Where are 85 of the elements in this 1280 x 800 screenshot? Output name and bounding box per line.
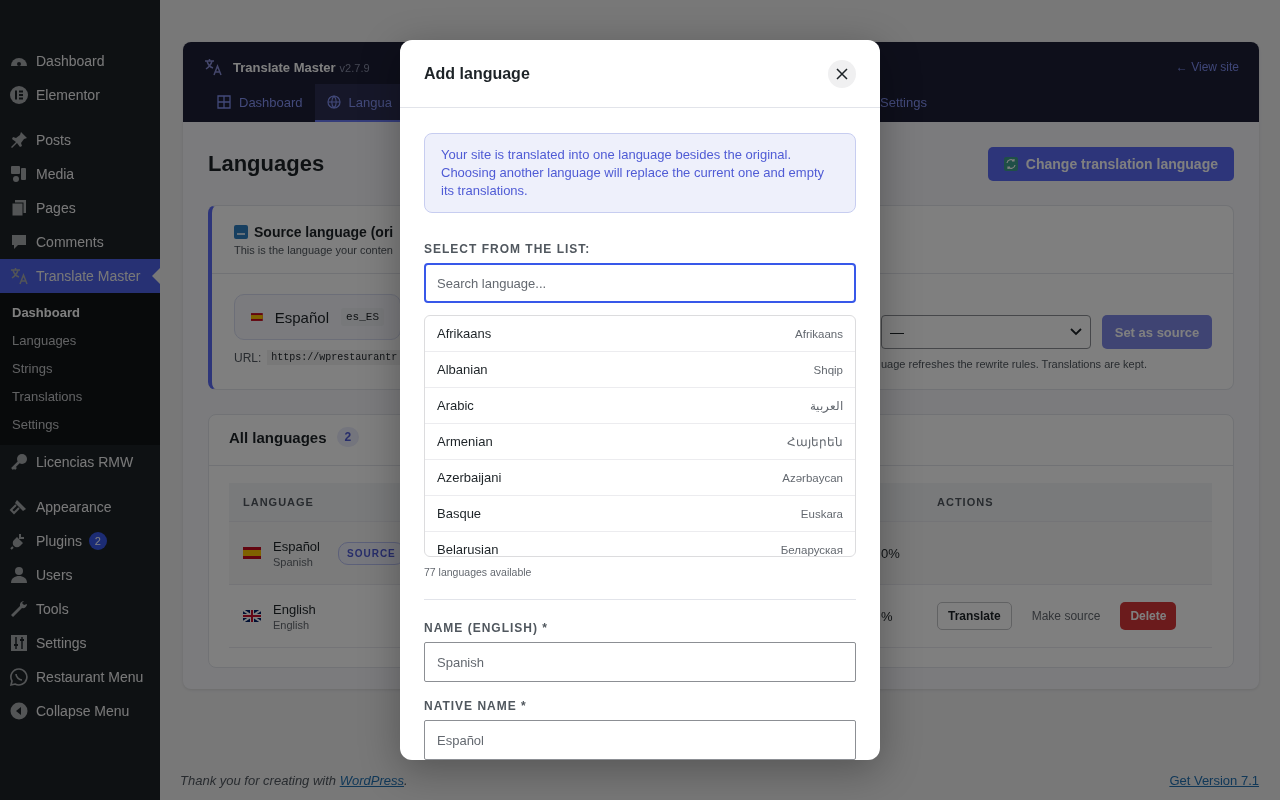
sidebar-item[interactable]: Tools <box>0 592 160 626</box>
language-option[interactable]: Azerbaijani Azərbaycan <box>425 460 855 496</box>
submenu-item[interactable]: Settings <box>0 411 160 439</box>
language-option[interactable]: Afrikaans Afrikaans <box>425 316 855 352</box>
column-header: LANGUAGE <box>242 496 315 508</box>
pin-icon <box>9 130 29 150</box>
close-icon <box>836 67 848 80</box>
comment-icon <box>9 232 29 252</box>
sidebar-item[interactable]: Translate Master <box>0 259 160 293</box>
language-name: English <box>273 601 316 617</box>
sidebar-item[interactable]: Comments <box>0 225 160 259</box>
chat-icon <box>9 667 29 687</box>
sidebar-item[interactable]: Media <box>0 157 160 191</box>
footer-text: Thank you for creating with WordPress. <box>180 772 408 788</box>
url-label: URL: <box>234 350 262 365</box>
sidebar-item[interactable]: Settings <box>0 626 160 660</box>
card-title: Source language (ori <box>254 224 394 240</box>
language-name: Español <box>273 538 320 554</box>
dialog-title: Add language <box>424 64 530 83</box>
language-select[interactable]: — <box>881 315 1091 349</box>
sidebar-item[interactable]: Elementor <box>0 78 160 112</box>
close-button[interactable] <box>828 59 856 88</box>
pages-icon <box>9 198 29 218</box>
field-label: NAME (ENGLISH) * <box>424 620 549 636</box>
card-description: This is the language your conten <box>234 244 393 256</box>
translate-icon <box>203 57 223 77</box>
field-label: NATIVE NAME * <box>424 698 528 714</box>
count-badge: 2 <box>336 427 360 447</box>
field-label: SELECT FROM THE LIST: <box>424 241 592 257</box>
submenu-item[interactable]: Translations <box>0 383 160 411</box>
nav-tab[interactable]: Dashboard <box>205 84 315 122</box>
search-field[interactable]: Search language... <box>424 263 856 303</box>
sidebar-item[interactable]: Dashboard <box>0 44 160 78</box>
version-link[interactable]: Get Version 7.1 <box>1169 772 1259 788</box>
globe-icon <box>326 95 341 109</box>
available-count: 77 languages available <box>424 565 533 579</box>
input-field[interactable]: Spanish <box>424 642 856 682</box>
submenu-item[interactable]: Languages <box>0 327 160 355</box>
brush-icon <box>9 497 29 517</box>
language-native: Spanish <box>273 555 314 568</box>
language-native: English <box>273 618 311 631</box>
language-option[interactable]: Basque Euskara <box>425 496 855 532</box>
wrench-icon <box>9 599 29 619</box>
language-option[interactable]: Belarusian Беларуская <box>425 532 855 556</box>
collapse-icon <box>9 701 29 721</box>
count-badge: 2 <box>88 532 107 550</box>
sliders-icon <box>9 633 29 653</box>
language-chip: Español es_ES <box>234 294 401 340</box>
flag-icon <box>251 311 263 323</box>
sidebar-item[interactable]: Posts <box>0 123 160 157</box>
grid-icon <box>217 95 231 109</box>
column-header: ACTIONS <box>937 496 995 508</box>
url-text: https://wprestaurantr <box>267 350 402 365</box>
refresh-icon <box>1003 157 1018 171</box>
translate-icon <box>9 266 29 286</box>
submenu-item[interactable]: Dashboard <box>0 299 160 327</box>
key-icon <box>9 452 29 472</box>
flag-icon <box>243 547 261 559</box>
media-icon <box>9 164 29 184</box>
page-title: Languages <box>208 151 325 177</box>
sidebar-item[interactable]: Licencias RMW <box>0 445 160 479</box>
sidebar-item[interactable]: Users <box>0 558 160 592</box>
action-button[interactable]: Make source <box>1021 602 1111 630</box>
language-option[interactable]: Armenian Հայերեն <box>425 424 855 460</box>
card-title: All languages <box>229 428 327 446</box>
action-button[interactable]: Translate <box>937 602 1012 630</box>
delete-button[interactable]: Delete <box>1120 602 1177 630</box>
user-icon <box>9 565 29 585</box>
language-option[interactable]: Albanian Shqip <box>425 352 855 388</box>
input-field[interactable]: Español <box>424 720 856 760</box>
flag-icon <box>243 610 261 622</box>
wordpress-link[interactable]: WordPress <box>339 772 404 788</box>
table-cell-text: % <box>881 608 894 624</box>
submenu-item[interactable]: Strings <box>0 355 160 383</box>
hint-text: uage refreshes the rewrite rules. Translations are kept. <box>881 358 1148 370</box>
sidebar-item[interactable]: Restaurant Menu <box>0 660 160 694</box>
chevron-down-icon <box>1070 328 1082 336</box>
elementor-icon <box>9 85 29 105</box>
table-cell-text: 0% <box>881 545 901 561</box>
info-notice: Your site is translated into one language besides the original. Choosing another language will replace the current one and empty its translations. <box>424 133 856 213</box>
sidebar-item[interactable]: Collapse Menu <box>0 694 160 728</box>
sidebar-item[interactable]: Appearance <box>0 490 160 524</box>
sidebar-item[interactable]: Plugins 2 <box>0 524 160 558</box>
change-language-button[interactable]: Change translation language <box>987 147 1234 181</box>
sidebar-item[interactable]: Pages <box>0 191 160 225</box>
